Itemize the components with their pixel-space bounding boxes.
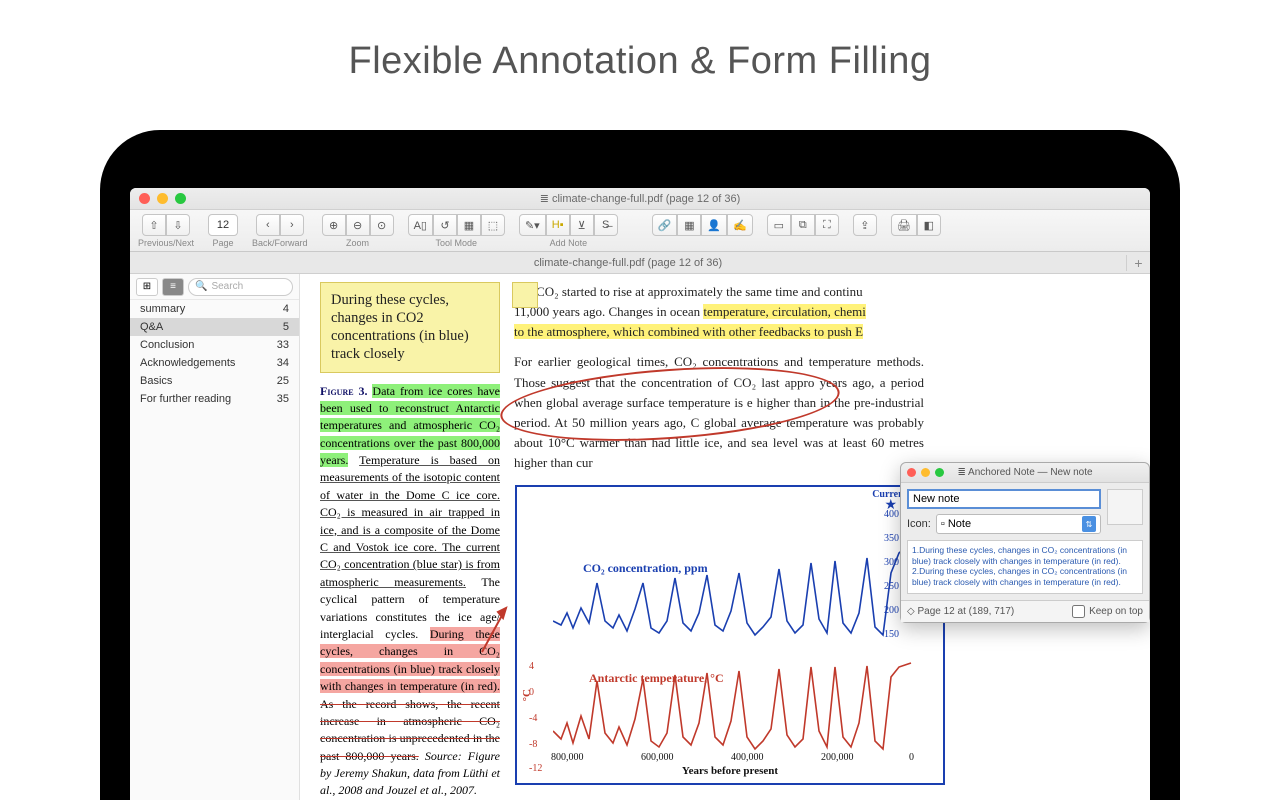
print-button[interactable]: 🖨 [891,214,917,236]
list-item: 1.During these cycles, changes in CO₂ co… [912,545,1138,566]
outline-item[interactable]: Conclusion33 [130,336,299,354]
new-tab-button[interactable]: + [1126,255,1150,271]
zoom-in-button[interactable]: ⊕ [322,214,346,236]
previous-page-button[interactable]: ⇧ [142,214,166,236]
outline-item[interactable]: For further reading35 [130,390,299,408]
signature-button[interactable]: ✍ [727,214,753,236]
tool-select-button[interactable]: ▦ [457,214,481,236]
note-strike-button[interactable]: S̶ [594,214,618,236]
sticky-note-annotation[interactable] [512,282,538,308]
next-page-button[interactable]: ⇩ [166,214,190,236]
tool-text-button[interactable]: A▯ [408,214,433,236]
tab-title[interactable]: climate-change-full.pdf (page 12 of 36) [130,257,1126,269]
titlebar: ≣ climate-change-full.pdf (page 12 of 36… [130,188,1150,210]
tick: 0 [529,687,534,698]
temp-line [553,661,913,771]
view-single-button[interactable]: ▭ [767,214,791,236]
panel-button[interactable]: ◧ [917,214,941,236]
device-frame: ≣ climate-change-full.pdf (page 12 of 36… [100,130,1180,800]
tabbar: climate-change-full.pdf (page 12 of 36) … [130,252,1150,274]
view-facing-button[interactable]: ⧉ [791,214,815,236]
arrow-annotation[interactable] [480,604,510,654]
outline-item[interactable]: Acknowledgements34 [130,354,299,372]
image-button[interactable]: ▦ [677,214,701,236]
keep-on-top-checkbox[interactable]: Keep on top [1072,605,1143,618]
highlight-yellow[interactable]: to the atmosphere, which combined with o… [514,324,863,339]
figure-caption: Figure 3. Data from ice cores have been … [320,383,500,800]
forward-button[interactable]: › [280,214,304,236]
sidebar: ⊞ ≡ 🔍Search summary4 Q&A5 Conclusion33 A… [130,274,300,800]
toolbar-label: Zoom [346,238,369,248]
co2-line [553,513,913,643]
note-icon-select[interactable]: ▫ Note ⇅ [936,514,1101,534]
marketing-title: Flexible Annotation & Form Filling [0,0,1280,83]
toolbar: ⇧ ⇩ Previous/Next 12 Page ‹ › Back/Forwa… [130,210,1150,252]
toolbar-label: Back/Forward [252,238,308,248]
user-button[interactable]: 👤 [701,214,727,236]
note-pencil-button[interactable]: ✎▾ [519,214,546,236]
anchored-note-window[interactable]: ≣ Anchored Note — New note Icon: ▫ Note … [900,462,1150,623]
view-full-button[interactable]: ⛶ [815,214,839,236]
note-title: ≣ Anchored Note — New note [901,467,1149,478]
zoom-fit-button[interactable]: ⊙ [370,214,394,236]
app-window: ≣ climate-change-full.pdf (page 12 of 36… [130,188,1150,800]
link-button[interactable]: 🔗 [652,214,678,236]
outline-item[interactable]: Q&A5 [130,318,299,336]
tick: -4 [529,713,537,724]
note-location: ◇ Page 12 at (189, 717) [907,606,1014,617]
outline-item[interactable]: Basics25 [130,372,299,390]
outline-item[interactable]: summary4 [130,300,299,318]
tick: -8 [529,739,537,750]
note-preview [1107,489,1143,525]
tick: 4 [529,661,534,672]
figure-chart: Current ★ CO₂ concentration, ppm Antarct… [515,485,945,785]
note-text-list[interactable]: 1.During these cycles, changes in CO₂ co… [907,540,1143,594]
underline-annotation[interactable]: Temperature is based on measurements of … [320,453,500,589]
tool-move-button[interactable]: ↺ [433,214,457,236]
toolbar-label: Previous/Next [138,238,194,248]
note-title-input[interactable] [907,489,1101,509]
page-field[interactable]: 12 [208,214,238,236]
sidebar-thumbnail-view[interactable]: ⊞ [136,278,158,296]
back-button[interactable]: ‹ [256,214,280,236]
note-underline-button[interactable]: ⊻ [570,214,594,236]
toolbar-label: Page [213,238,234,248]
share-button[interactable]: ⇪ [853,214,877,236]
toolbar-label: Add Note [550,238,588,248]
chevron-updown-icon: ⇅ [1082,516,1096,532]
window-title: ≣ climate-change-full.pdf (page 12 of 36… [130,192,1150,205]
note-icon-label: Icon: [907,518,931,530]
callout-annotation[interactable]: During these cycles, changes in CO2 conc… [320,282,500,373]
sidebar-search-input[interactable]: 🔍Search [188,278,293,296]
search-icon: 🔍 [195,281,207,292]
toolbar-label: Tool Mode [435,238,477,248]
sidebar-outline-view[interactable]: ≡ [162,278,184,296]
zoom-out-button[interactable]: ⊖ [346,214,370,236]
list-item: 2.During these cycles, changes in CO₂ co… [912,566,1138,587]
note-highlight-button[interactable]: H▪ [546,214,570,236]
highlight-yellow[interactable]: temperature, circulation, chemi [703,304,865,319]
tool-crop-button[interactable]: ⬚ [481,214,505,236]
